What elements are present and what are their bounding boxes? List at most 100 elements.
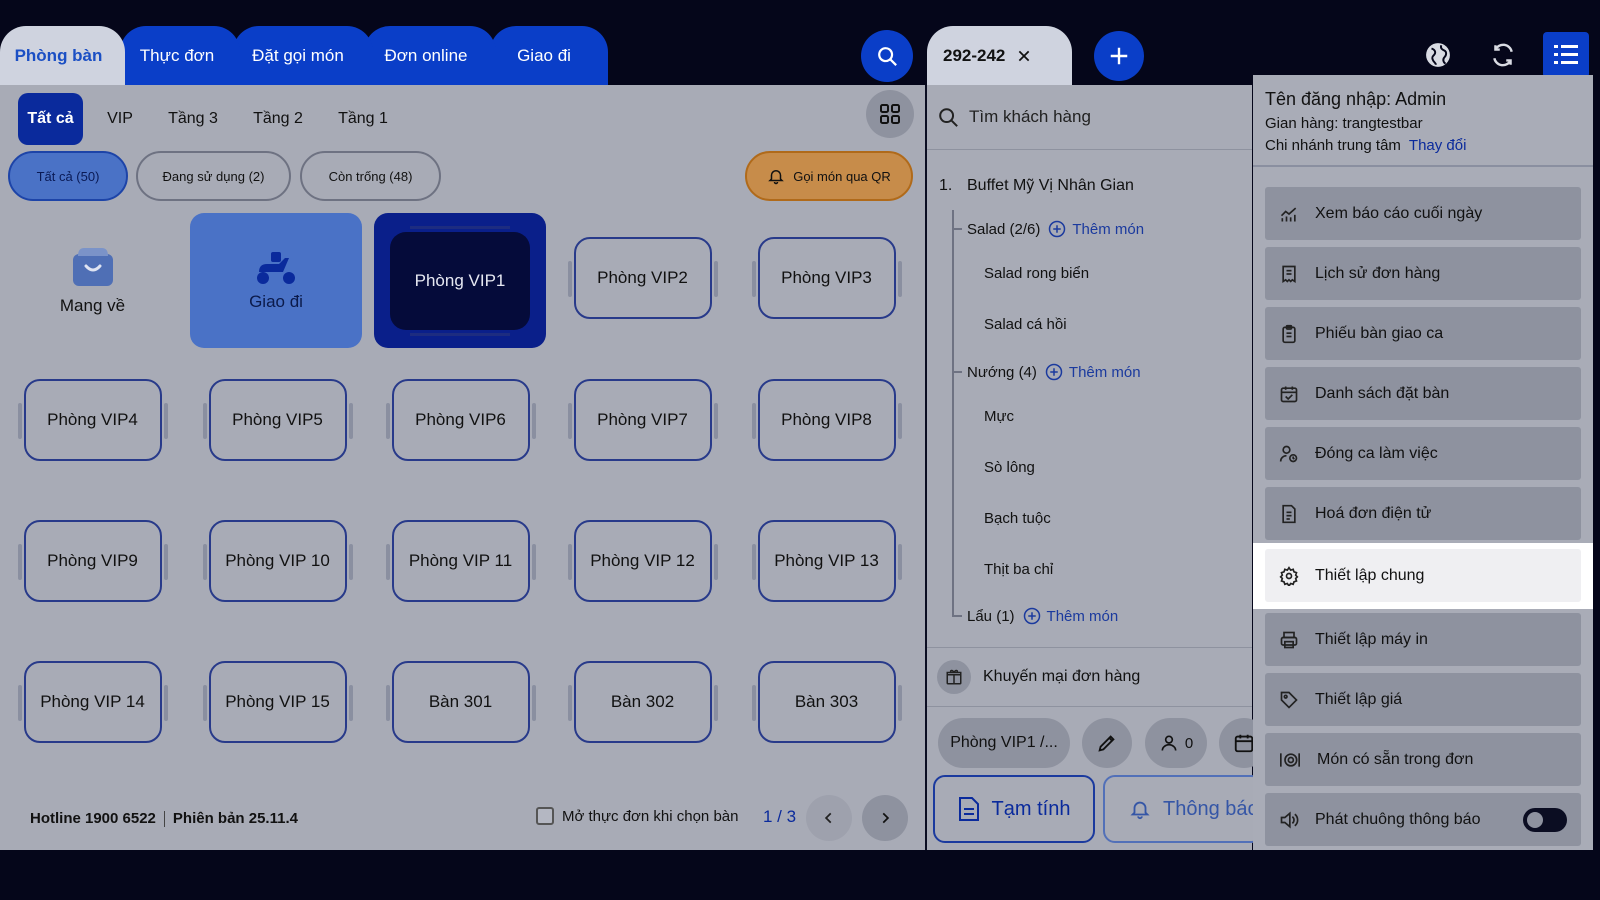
add-item-button[interactable]: Thêm món bbox=[1048, 220, 1144, 238]
subtab-floor-3[interactable]: Tầng 3 bbox=[158, 93, 228, 145]
room-tile[interactable]: Phòng VIP5 bbox=[202, 377, 353, 463]
room-tile[interactable]: Bàn 303 bbox=[751, 659, 902, 745]
add-item-button[interactable]: Thêm món bbox=[1023, 607, 1118, 625]
order-item[interactable]: Salad cá hồi bbox=[984, 316, 1067, 333]
room-tile[interactable]: Phòng VIP3 bbox=[751, 235, 902, 321]
qr-order-button[interactable]: Gọi món qua QR bbox=[745, 151, 913, 201]
tab-delivery[interactable]: Giao đi bbox=[490, 26, 608, 85]
notify-kitchen-button[interactable]: Thông báo bbox=[1103, 775, 1263, 843]
menu-item-price-settings[interactable]: Thiết lập giá bbox=[1265, 673, 1581, 726]
menu-item-available-dishes[interactable]: Món có sẵn trong đơn bbox=[1265, 733, 1581, 786]
notification-toggle[interactable] bbox=[1523, 808, 1567, 832]
menu-button[interactable] bbox=[1543, 32, 1589, 78]
room-tile[interactable]: Bàn 302 bbox=[567, 659, 718, 745]
tab-label: Đơn online bbox=[384, 45, 468, 65]
room-tile[interactable]: Phòng VIP 13 bbox=[751, 518, 902, 604]
room-tile[interactable]: Phòng VIP 15 bbox=[202, 659, 353, 745]
tab-reservations[interactable]: Đặt gọi món bbox=[233, 26, 373, 85]
menu-item-reservation-list[interactable]: Danh sách đặt bàn bbox=[1265, 367, 1581, 420]
filter-all[interactable]: Tất cả (50) bbox=[8, 151, 128, 201]
customer-search-field[interactable]: Tìm khách hàng bbox=[927, 85, 1252, 150]
menu-item-label: Xem báo cáo cuối ngày bbox=[1315, 204, 1483, 222]
tab-tables[interactable]: Phòng bàn bbox=[0, 26, 125, 85]
order-panel: 292-242 Tìm khách hàng 1. Buffet Mỹ Vị N… bbox=[927, 0, 1269, 850]
room-label: Phòng VIP 13 bbox=[774, 551, 879, 570]
document-icon bbox=[958, 797, 979, 821]
room-tile[interactable]: Phòng VIP 10 bbox=[202, 518, 353, 604]
filter-empty[interactable]: Còn trống (48) bbox=[300, 151, 441, 201]
change-branch-link[interactable]: Thay đổi bbox=[1409, 137, 1467, 154]
menu-item-printer-settings[interactable]: Thiết lập máy in bbox=[1265, 613, 1581, 666]
open-menu-checkbox[interactable]: Mở thực đơn khi chọn bàn bbox=[536, 807, 738, 825]
bell-icon bbox=[1130, 801, 1150, 820]
provisional-total-button[interactable]: Tạm tính bbox=[933, 775, 1095, 843]
gift-icon bbox=[937, 660, 971, 694]
order-tab[interactable]: 292-242 bbox=[927, 26, 1072, 85]
sync-button[interactable] bbox=[1478, 30, 1528, 80]
room-tile[interactable]: Bàn 301 bbox=[385, 659, 536, 745]
room-tile[interactable]: Phòng VIP2 bbox=[567, 235, 718, 321]
room-tile[interactable]: Phòng VIP9 bbox=[17, 518, 168, 604]
edit-button[interactable] bbox=[1082, 718, 1132, 768]
list-menu-icon bbox=[1554, 45, 1578, 64]
menu-item-label: Phiếu bàn giao ca bbox=[1315, 324, 1444, 342]
provisional-total-label: Tạm tính bbox=[991, 797, 1071, 820]
room-label: Bàn 301 bbox=[428, 692, 493, 711]
order-group: Salad (2/6) Thêm món bbox=[967, 220, 1144, 238]
tree-line bbox=[952, 371, 954, 615]
room-tile[interactable]: Phòng VIP6 bbox=[385, 377, 536, 463]
close-icon[interactable] bbox=[1017, 49, 1031, 63]
search-icon bbox=[939, 108, 958, 127]
tab-online-orders[interactable]: Đơn online bbox=[364, 26, 496, 85]
order-item[interactable]: Salad rong biển bbox=[984, 265, 1089, 282]
filter-in-use[interactable]: Đang sử dụng (2) bbox=[136, 151, 291, 201]
room-tile-selected[interactable]: Phòng VIP1 bbox=[374, 213, 546, 348]
plus-circle-icon bbox=[1023, 607, 1040, 625]
language-button[interactable] bbox=[1413, 30, 1463, 80]
room-tile[interactable]: Phòng VIP 11 bbox=[385, 518, 536, 604]
order-item[interactable]: Bạch tuộc bbox=[984, 510, 1051, 527]
room-label: Phòng VIP 12 bbox=[590, 551, 695, 570]
checkbox[interactable] bbox=[536, 807, 554, 825]
menu-item-close-shift[interactable]: Đóng ca làm việc bbox=[1265, 427, 1581, 480]
room-tile[interactable]: Phòng VIP 12 bbox=[567, 518, 718, 604]
room-label: Phòng VIP4 bbox=[47, 410, 138, 429]
highlight-frame: Thiết lập chung bbox=[1253, 543, 1593, 609]
order-item[interactable]: Thịt ba chỉ bbox=[984, 561, 1053, 578]
menu-item-shift-handover[interactable]: Phiếu bàn giao ca bbox=[1265, 307, 1581, 360]
account-info: Tên đăng nhập: Admin Gian hàng: trangtes… bbox=[1253, 75, 1593, 167]
grid-view-button[interactable] bbox=[866, 90, 914, 138]
subtab-vip[interactable]: VIP bbox=[98, 93, 142, 145]
menu-item-notification-bell[interactable]: Phát chuông thông báo bbox=[1265, 793, 1581, 846]
guest-count-button[interactable]: 0 bbox=[1145, 718, 1207, 768]
subtab-floor-2[interactable]: Tầng 2 bbox=[243, 93, 313, 145]
subtab-all[interactable]: Tất cả bbox=[18, 93, 83, 145]
takeaway-tile[interactable]: Mang về bbox=[20, 213, 165, 348]
room-tile[interactable]: Phòng VIP8 bbox=[751, 377, 902, 463]
add-item-button[interactable]: Thêm món bbox=[1045, 363, 1141, 381]
e-invoice-icon bbox=[1282, 504, 1296, 523]
menu-item-order-history[interactable]: Lịch sử đơn hàng bbox=[1265, 247, 1581, 300]
order-item[interactable]: Mực bbox=[984, 408, 1014, 425]
chevron-left-icon bbox=[824, 812, 832, 824]
room-label: Phòng VIP 10 bbox=[225, 551, 330, 570]
menu-item-daily-report[interactable]: Xem báo cáo cuối ngày bbox=[1265, 187, 1581, 240]
subtab-floor-1[interactable]: Tầng 1 bbox=[328, 93, 398, 145]
delivery-tile[interactable]: Giao đi bbox=[190, 213, 362, 348]
next-page-button[interactable] bbox=[862, 795, 908, 841]
order-item[interactable]: Sò lông bbox=[984, 459, 1035, 476]
room-tile[interactable]: Phòng VIP4 bbox=[17, 377, 168, 463]
order-promotion[interactable]: Khuyến mại đơn hàng bbox=[927, 647, 1252, 707]
room-label: Phòng VIP2 bbox=[597, 268, 688, 287]
room-tile[interactable]: Phòng VIP 14 bbox=[17, 659, 168, 745]
menu-item-general-settings[interactable]: Thiết lập chung bbox=[1265, 549, 1581, 602]
room-chip[interactable]: Phòng VIP1 /... bbox=[938, 718, 1070, 768]
username: Tên đăng nhập: Admin bbox=[1265, 89, 1447, 109]
menu-item-e-invoice[interactable]: Hoá đơn điện tử bbox=[1265, 487, 1581, 540]
add-order-button[interactable] bbox=[1094, 31, 1144, 81]
tab-menu[interactable]: Thực đơn bbox=[120, 26, 240, 85]
price-tag-icon bbox=[1280, 691, 1298, 709]
search-button[interactable] bbox=[861, 30, 913, 82]
room-tile[interactable]: Phòng VIP7 bbox=[567, 377, 718, 463]
prev-page-button[interactable] bbox=[806, 795, 852, 841]
